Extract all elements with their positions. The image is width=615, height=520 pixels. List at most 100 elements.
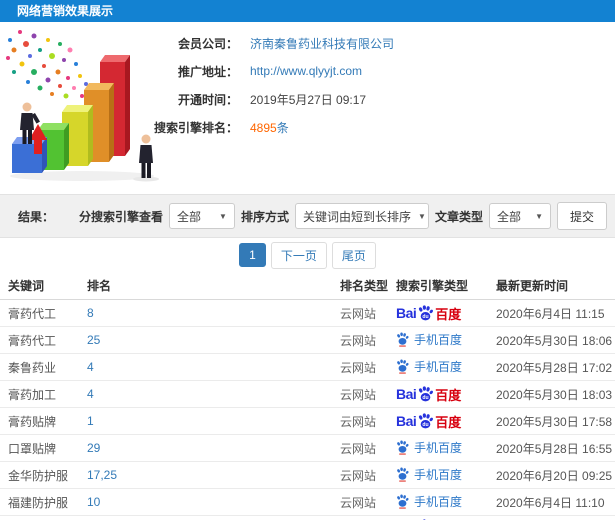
updated-time-cell: 2020年6月4日 11:10 (496, 495, 605, 510)
engine-cell: 手机百度 (396, 466, 496, 485)
keyword-cell: 福建防护服 (8, 495, 69, 510)
keyword-cell: 膏药加工 (8, 387, 57, 402)
engine-cell: Bai du 百度 (396, 304, 496, 323)
updated-time-cell: 2020年6月20日 09:25 (496, 468, 613, 483)
info-label: 会员公司： (177, 36, 238, 51)
engine-filter-select[interactable]: 全部 ▼ (168, 203, 235, 229)
sort-select[interactable]: 关键词由短到长排序 ▼ (294, 203, 429, 229)
keyword-cell: 膏药代工 (8, 306, 57, 321)
article-type-value: 全部 (496, 209, 521, 224)
mobile-baidu-label: 手机百度 (414, 494, 463, 509)
rank-type-cell: 云网站 (340, 495, 377, 510)
rank-link[interactable]: 8 (87, 306, 340, 320)
engine-cell: Bai du 百度 (396, 412, 496, 431)
rank-type-cell: 云网站 (340, 414, 377, 429)
table-row: 膏药加工 4 云网站 Bai du 百度 2020年5月30日 18:03 (0, 381, 615, 408)
updated-time-cell: 2020年5月30日 18:06 (496, 333, 613, 348)
article-type-select[interactable]: 全部 ▼ (488, 203, 551, 229)
rank-link[interactable]: 4 (87, 387, 340, 401)
column-header-4: 最新更新时间 (496, 279, 569, 293)
engine-cell: 手机百度 (396, 331, 496, 350)
rank-link[interactable]: 29 (87, 441, 340, 455)
updated-time-cell: 2020年6月4日 11:15 (496, 306, 605, 321)
mobile-baidu-label: 手机百度 (414, 467, 463, 482)
table-row: 秦鲁药业 4 云网站 手机百度 2020年5月28日 17:02 (0, 354, 615, 381)
keyword-cell: 金华防护服 (8, 468, 69, 483)
page-title: 网络营销效果展示 (17, 4, 114, 18)
keyword-cell: 秦鲁药业 (8, 360, 57, 375)
submit-button[interactable]: 提交 (556, 202, 607, 230)
rank-link[interactable]: 10 (87, 495, 340, 509)
table-header-row: 关键词 排名 排名类型 搜索引擎类型 最新更新时间 (0, 272, 615, 300)
info-row: 开通时间： 2019年5月27日 09:17 (152, 85, 394, 113)
rank-type-cell: 云网站 (340, 468, 377, 483)
sort-label: 排序方式 (240, 209, 289, 224)
baidu-logo-cn: 百度 (435, 387, 462, 403)
sort-value: 关键词由短到长排序 (302, 209, 411, 224)
baidu-logo: Bai du 百度 (396, 385, 461, 404)
svg-text:du: du (423, 395, 429, 401)
keyword-cell: 膏药贴牌 (8, 414, 57, 429)
mobile-baidu-logo: 手机百度 (396, 331, 462, 348)
mobile-baidu-logo: 手机百度 (396, 466, 462, 483)
column-header-1: 排名 (87, 279, 112, 293)
baidu-logo-cn: 百度 (435, 306, 462, 322)
rank-link[interactable]: 25 (87, 333, 340, 347)
info-value: 4895条 (250, 119, 289, 136)
column-header-2: 排名类型 (340, 279, 389, 293)
rank-link[interactable]: 1 (87, 414, 340, 428)
info-link[interactable]: 济南秦鲁药业科技有限公司 (250, 35, 394, 52)
keyword-cell: 口罩贴牌 (8, 441, 57, 456)
table-row: 膏药代工 8 云网站 Bai du 百度 2020年6月4日 11:15 (0, 300, 615, 327)
account-info-fields: 会员公司： 济南秦鲁药业科技有限公司 推广地址： http://www.qlyy… (152, 29, 394, 141)
info-row: 推广地址： http://www.qlyyjt.com (152, 57, 394, 85)
filter-controls: 分搜索引擎查看 全部 ▼ 排序方式 关键词由短到长排序 ▼ 文章类型 全部 ▼ … (79, 202, 607, 230)
table-row: 口罩贴牌 29 云网站 手机百度 2020年5月28日 16:55 (0, 435, 615, 462)
rank-link[interactable]: 17,25 (87, 468, 340, 482)
baidu-paw-icon: du (419, 305, 434, 321)
baidu-paw-icon: du (419, 386, 434, 402)
updated-time-cell: 2020年5月30日 17:58 (496, 414, 613, 429)
info-label: 推广地址： (177, 64, 238, 79)
updated-time-cell: 2020年5月28日 17:02 (496, 360, 613, 375)
mobile-baidu-paw-icon (397, 493, 409, 509)
rank-type-cell: 云网站 (340, 333, 377, 348)
next-page-button[interactable]: 下一页 (270, 241, 327, 269)
engine-filter-value: 全部 (176, 209, 201, 224)
info-row: 搜索引擎排名： 4895条 (152, 113, 394, 141)
mobile-baidu-paw-icon (397, 439, 409, 455)
mobile-baidu-label: 手机百度 (414, 440, 463, 455)
page-1-button[interactable]: 1 (239, 243, 266, 267)
column-header-3: 搜索引擎类型 (396, 279, 469, 293)
mobile-baidu-logo: 手机百度 (396, 493, 462, 510)
engine-cell: 手机百度 (396, 358, 496, 377)
updated-time-cell: 2020年5月28日 16:55 (496, 441, 613, 456)
mobile-baidu-label: 手机百度 (414, 332, 463, 347)
mobile-baidu-label: 手机百度 (414, 359, 463, 374)
rank-type-cell: 云网站 (340, 441, 377, 456)
rank-link[interactable]: 4 (87, 360, 340, 374)
article-type-label: 文章类型 (434, 209, 483, 224)
baidu-paw-icon: du (419, 413, 434, 429)
last-page-button[interactable]: 尾页 (331, 241, 376, 269)
table-body: 膏药代工 8 云网站 Bai du 百度 2020年6月4日 11:15 膏药代… (0, 300, 615, 520)
confetti-dots (6, 30, 92, 99)
partial-next-row: Bai du 百度 (0, 516, 615, 520)
result-label: 结果： (18, 209, 55, 224)
ranking-count: 4895 (250, 120, 277, 135)
rank-type-cell: 云网站 (340, 360, 377, 375)
engine-filter-label: 分搜索引擎查看 (78, 209, 163, 224)
keyword-ranking-table: 关键词 排名 排名类型 搜索引擎类型 最新更新时间 膏药代工 8 云网站 Bai du … (0, 272, 615, 520)
chevron-down-icon: ▼ (219, 211, 227, 221)
info-label: 开通时间： (177, 92, 238, 107)
account-info-section: 会员公司： 济南秦鲁药业科技有限公司 推广地址： http://www.qlyy… (0, 22, 615, 194)
baidu-logo-cn: 百度 (435, 414, 462, 430)
baidu-logo-latin: Bai (396, 386, 417, 402)
rank-type-cell: 云网站 (340, 306, 377, 321)
baidu-logo: Bai du 百度 (396, 304, 461, 323)
info-link[interactable]: http://www.qlyyjt.com (250, 64, 362, 78)
chevron-down-icon: ▼ (535, 211, 543, 221)
engine-cell: 手机百度 (396, 493, 496, 512)
mobile-baidu-paw-icon (397, 466, 409, 482)
table-row: 膏药贴牌 1 云网站 Bai du 百度 2020年5月30日 17:58 (0, 408, 615, 435)
